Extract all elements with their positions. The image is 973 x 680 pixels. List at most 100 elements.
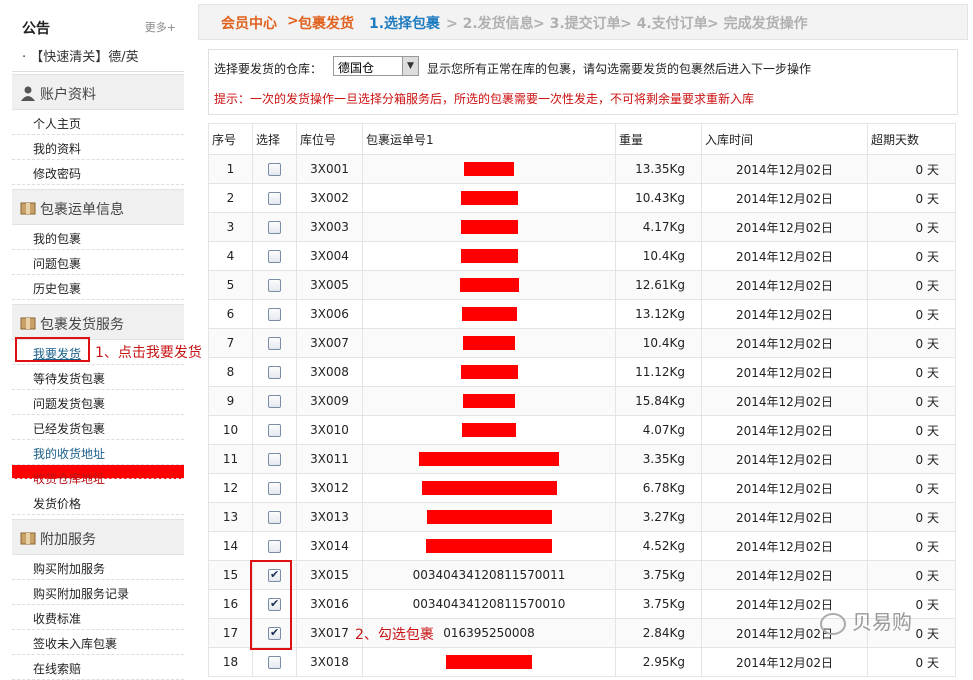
cell-select[interactable] bbox=[252, 270, 297, 300]
cell-select[interactable] bbox=[252, 444, 297, 474]
sidebar-item-label[interactable]: 购买附加服务 bbox=[33, 560, 105, 577]
sidebar-item-label[interactable]: 收费标准 bbox=[33, 610, 81, 627]
cell-select[interactable] bbox=[252, 473, 297, 503]
cell-select[interactable] bbox=[252, 357, 297, 387]
sidebar-item-label[interactable]: 修改密码 bbox=[33, 165, 81, 182]
breadcrumb-home[interactable]: 会员中心 bbox=[221, 13, 277, 33]
cell-no: 5 bbox=[208, 270, 253, 300]
package-checkbox[interactable] bbox=[268, 250, 281, 263]
cell-overdue: 0 天 bbox=[867, 299, 956, 329]
sidebar-item-shipped[interactable]: 已经发货包裹 bbox=[12, 415, 184, 440]
package-checkbox[interactable] bbox=[268, 192, 281, 205]
cell-weight: 11.12Kg bbox=[615, 357, 702, 387]
table-row: 13 3X013 3.27Kg 2014年12月02日 0 天 bbox=[208, 502, 956, 532]
redacted-tracking bbox=[464, 162, 514, 177]
package-checkbox[interactable] bbox=[268, 424, 281, 437]
filter-box: 选择要发货的仓库： 德国仓 ▼ 显示您所有正常在库的包裹，请勾选需要发货的包裹然… bbox=[208, 49, 958, 115]
sidebar-item-label[interactable]: 个人主页 bbox=[33, 115, 81, 132]
package-checkbox[interactable] bbox=[268, 395, 281, 408]
redacted-tracking bbox=[463, 394, 515, 409]
package-checkbox[interactable] bbox=[268, 453, 281, 466]
sidebar-item-label[interactable]: 购买附加服务记录 bbox=[33, 585, 129, 602]
cell-date: 2014年12月02日 bbox=[701, 357, 868, 387]
cell-weight: 6.78Kg bbox=[615, 473, 702, 503]
sidebar-item-label[interactable]: 问题包裹 bbox=[33, 255, 81, 272]
package-checkbox[interactable] bbox=[268, 308, 281, 321]
sidebar-item-label[interactable]: 签收未入库包裹 bbox=[33, 635, 117, 652]
notice-item[interactable]: · 【快速清关】德/英 bbox=[22, 46, 139, 65]
sidebar-item-label[interactable]: 问题发货包裹 bbox=[33, 395, 105, 412]
warehouse-select[interactable]: 德国仓 ▼ bbox=[333, 56, 419, 76]
cell-select[interactable] bbox=[252, 415, 297, 445]
package-checkbox[interactable] bbox=[268, 279, 281, 292]
cell-select[interactable] bbox=[252, 241, 297, 271]
cell-overdue: 0 天 bbox=[867, 502, 956, 532]
cell-select[interactable] bbox=[252, 154, 297, 184]
cell-select[interactable] bbox=[252, 531, 297, 561]
package-checkbox[interactable] bbox=[268, 656, 281, 669]
highlight-box-ship bbox=[15, 337, 90, 362]
sidebar-item-price[interactable]: 发货价格 bbox=[12, 490, 184, 515]
sidebar-item-fees[interactable]: 收费标准 bbox=[12, 605, 184, 630]
sidebar-item-home[interactable]: 个人主页 bbox=[12, 110, 184, 135]
sidebar-item-history[interactable]: 历史包裹 bbox=[12, 275, 184, 300]
cell-overdue: 0 天 bbox=[867, 357, 956, 387]
package-checkbox[interactable] bbox=[268, 540, 281, 553]
cell-select[interactable] bbox=[252, 183, 297, 213]
sidebar-item-label[interactable]: 收货仓库地址 bbox=[33, 470, 105, 487]
cell-select[interactable] bbox=[252, 299, 297, 329]
sidebar-item-waiting[interactable]: 等待发货包裹 bbox=[12, 365, 184, 390]
watermark: 贝易购 bbox=[820, 606, 912, 635]
table-row: 6 3X006 13.12Kg 2014年12月02日 0 天 bbox=[208, 299, 956, 329]
sidebar-item-label[interactable]: 历史包裹 bbox=[33, 280, 81, 297]
sidebar-item-problem-packages[interactable]: 问题包裹 bbox=[12, 250, 184, 275]
cell-weight: 3.75Kg bbox=[615, 589, 702, 619]
package-checkbox[interactable] bbox=[268, 482, 281, 495]
sidebar-item-address[interactable]: 我的收货地址 bbox=[12, 440, 184, 465]
cell-no: 1 bbox=[208, 154, 253, 184]
notice-item-text[interactable]: 【快速清关】德/英 bbox=[30, 50, 138, 65]
redacted-tracking bbox=[462, 423, 516, 438]
more-link[interactable]: 更多+ bbox=[145, 19, 176, 35]
table-row: 5 3X005 12.61Kg 2014年12月02日 0 天 bbox=[208, 270, 956, 300]
cell-weight: 15.84Kg bbox=[615, 386, 702, 416]
package-checkbox[interactable] bbox=[268, 221, 281, 234]
cell-select[interactable] bbox=[252, 502, 297, 532]
dropdown-arrow-icon[interactable]: ▼ bbox=[402, 57, 418, 75]
cell-select[interactable] bbox=[252, 386, 297, 416]
cell-date: 2014年12月02日 bbox=[701, 502, 868, 532]
package-checkbox[interactable] bbox=[268, 511, 281, 524]
cell-overdue: 0 天 bbox=[867, 473, 956, 503]
sidebar-item-unreceived[interactable]: 签收未入库包裹 bbox=[12, 630, 184, 655]
step-pay: > 4.支付订单 bbox=[620, 16, 708, 32]
sidebar-item-label[interactable]: 我的资料 bbox=[33, 140, 81, 157]
sidebar-item-extra-records[interactable]: 购买附加服务记录 bbox=[12, 580, 184, 605]
sidebar-item-label[interactable]: 发货价格 bbox=[33, 495, 81, 512]
cell-tracking bbox=[362, 357, 616, 387]
cell-select[interactable] bbox=[252, 647, 297, 677]
sidebar-item-problem-ship[interactable]: 问题发货包裹 bbox=[12, 390, 184, 415]
table-row: 3 3X003 4.17Kg 2014年12月02日 0 天 bbox=[208, 212, 956, 242]
sidebar-item-password[interactable]: 修改密码 bbox=[12, 160, 184, 185]
sidebar-item-my-packages[interactable]: 我的包裹 bbox=[12, 225, 184, 250]
sidebar-item-profile[interactable]: 我的资料 bbox=[12, 135, 184, 160]
cell-select[interactable] bbox=[252, 328, 297, 358]
cell-tracking bbox=[362, 299, 616, 329]
sidebar-item-label[interactable]: 在线索赔 bbox=[33, 660, 81, 677]
sidebar-item-buy-extra[interactable]: 购买附加服务 bbox=[12, 555, 184, 580]
package-checkbox[interactable] bbox=[268, 163, 281, 176]
cell-no: 2 bbox=[208, 183, 253, 213]
sidebar-item-label[interactable]: 已经发货包裹 bbox=[33, 420, 105, 437]
cell-select[interactable] bbox=[252, 212, 297, 242]
sidebar-item-label[interactable]: 我的包裹 bbox=[33, 230, 81, 247]
sidebar-item-claims[interactable]: 在线索赔 bbox=[12, 655, 184, 680]
tracking-number: 00340434120811570011 bbox=[412, 568, 566, 582]
sidebar-item-label[interactable]: 等待发货包裹 bbox=[33, 370, 105, 387]
sidebar-item-warehouse[interactable]: 收货仓库地址 bbox=[12, 465, 184, 486]
table-header-row: 序号 选择 库位号 包裹运单号1 重量 入库时间 超期天数 bbox=[208, 123, 956, 155]
package-checkbox[interactable] bbox=[268, 337, 281, 350]
package-checkbox[interactable] bbox=[268, 366, 281, 379]
section-title: 附加服务 bbox=[40, 532, 96, 548]
sidebar-item-label[interactable]: 我的收货地址 bbox=[33, 445, 105, 462]
warehouse-value[interactable]: 德国仓 bbox=[338, 59, 374, 76]
